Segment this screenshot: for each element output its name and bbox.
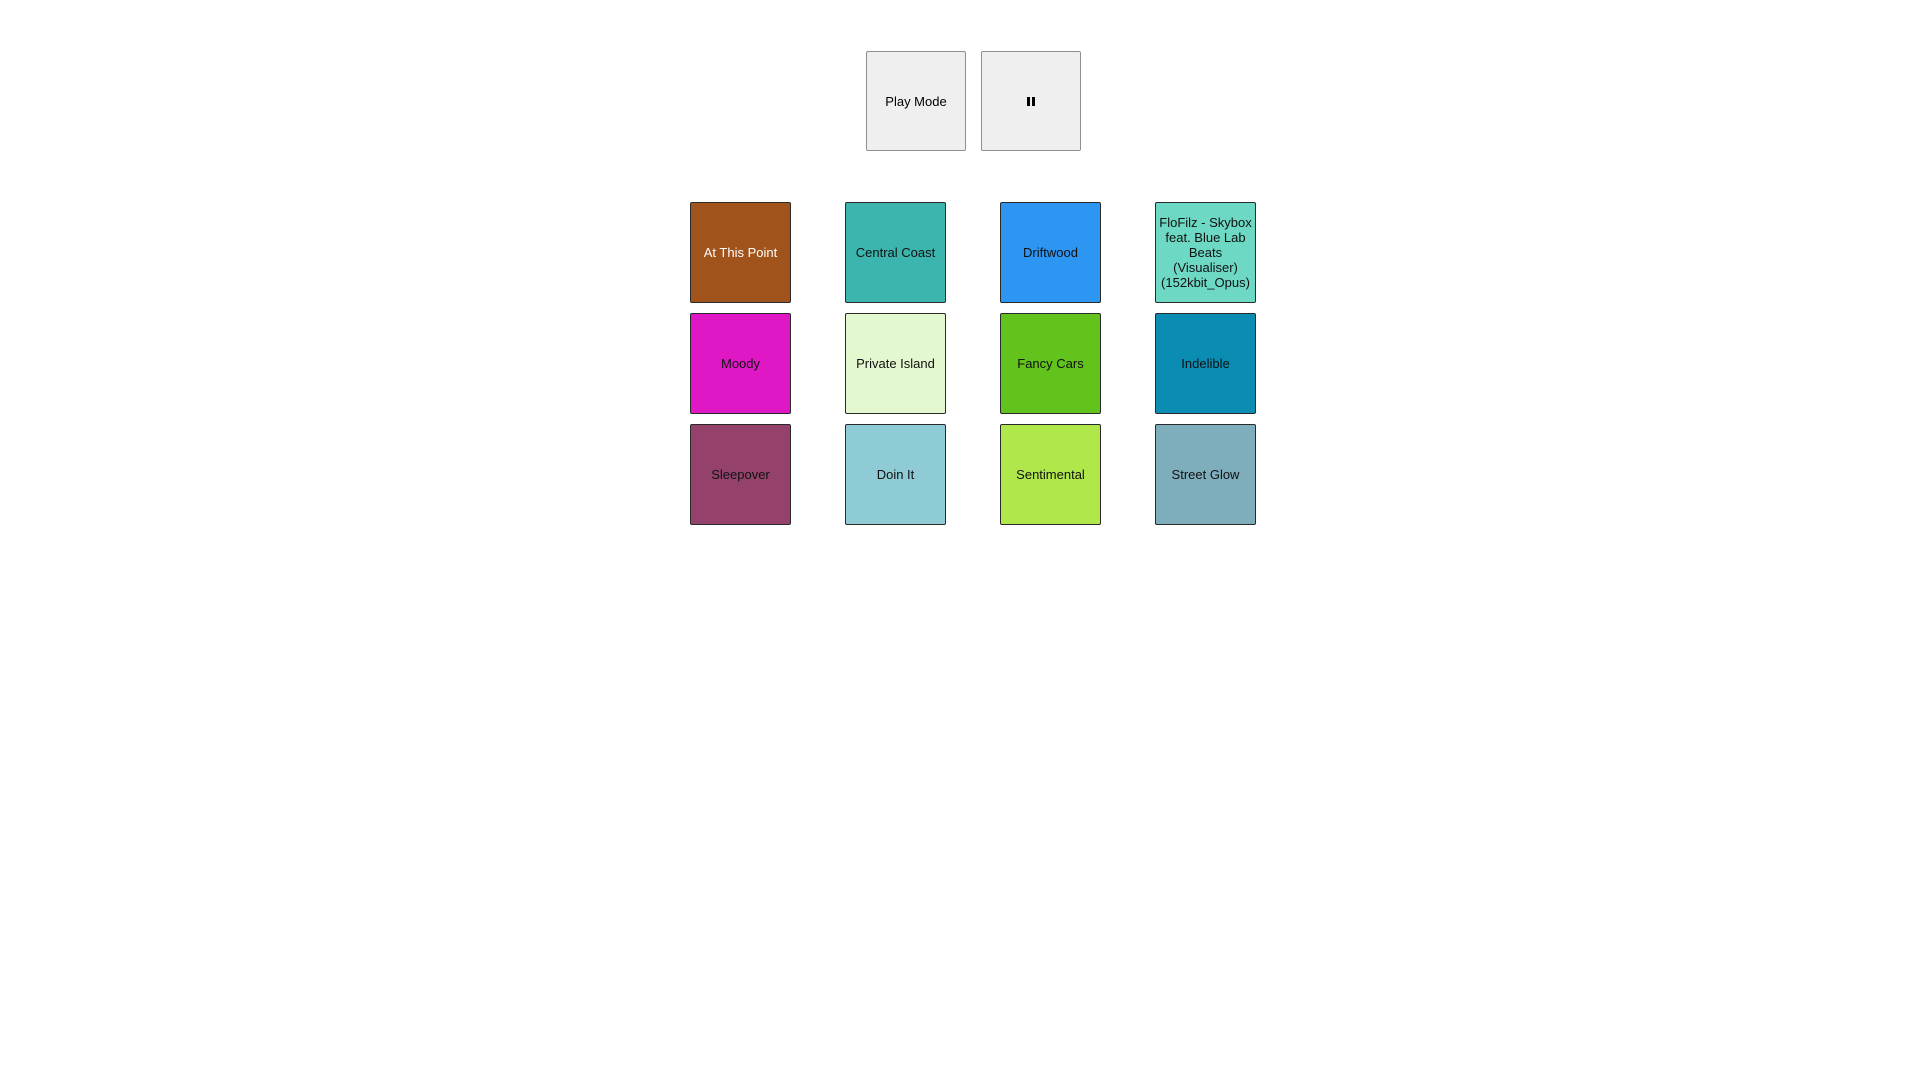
sound-pad[interactable]: Street Glow	[1155, 424, 1256, 525]
sound-pad[interactable]: Central Coast	[845, 202, 946, 303]
sound-pad[interactable]: Private Island	[845, 313, 946, 414]
sound-pad[interactable]: Doin It	[845, 424, 946, 525]
sound-pad-grid: At This Point Central Coast Driftwood Fl…	[690, 202, 1256, 525]
sound-pad[interactable]: Indelible	[1155, 313, 1256, 414]
sound-pad[interactable]: At This Point	[690, 202, 791, 303]
playback-controls: Play Mode	[866, 51, 1081, 151]
sound-pad[interactable]: Sentimental	[1000, 424, 1101, 525]
sound-pad[interactable]: Sleepover	[690, 424, 791, 525]
play-mode-button[interactable]: Play Mode	[866, 51, 966, 151]
sound-pad[interactable]: FloFilz - Skybox feat. Blue Lab Beats (V…	[1155, 202, 1256, 303]
pause-button[interactable]	[981, 51, 1081, 151]
pause-icon	[1027, 96, 1035, 106]
sound-pad[interactable]: Driftwood	[1000, 202, 1101, 303]
sound-pad[interactable]: Moody	[690, 313, 791, 414]
sound-pad[interactable]: Fancy Cars	[1000, 313, 1101, 414]
